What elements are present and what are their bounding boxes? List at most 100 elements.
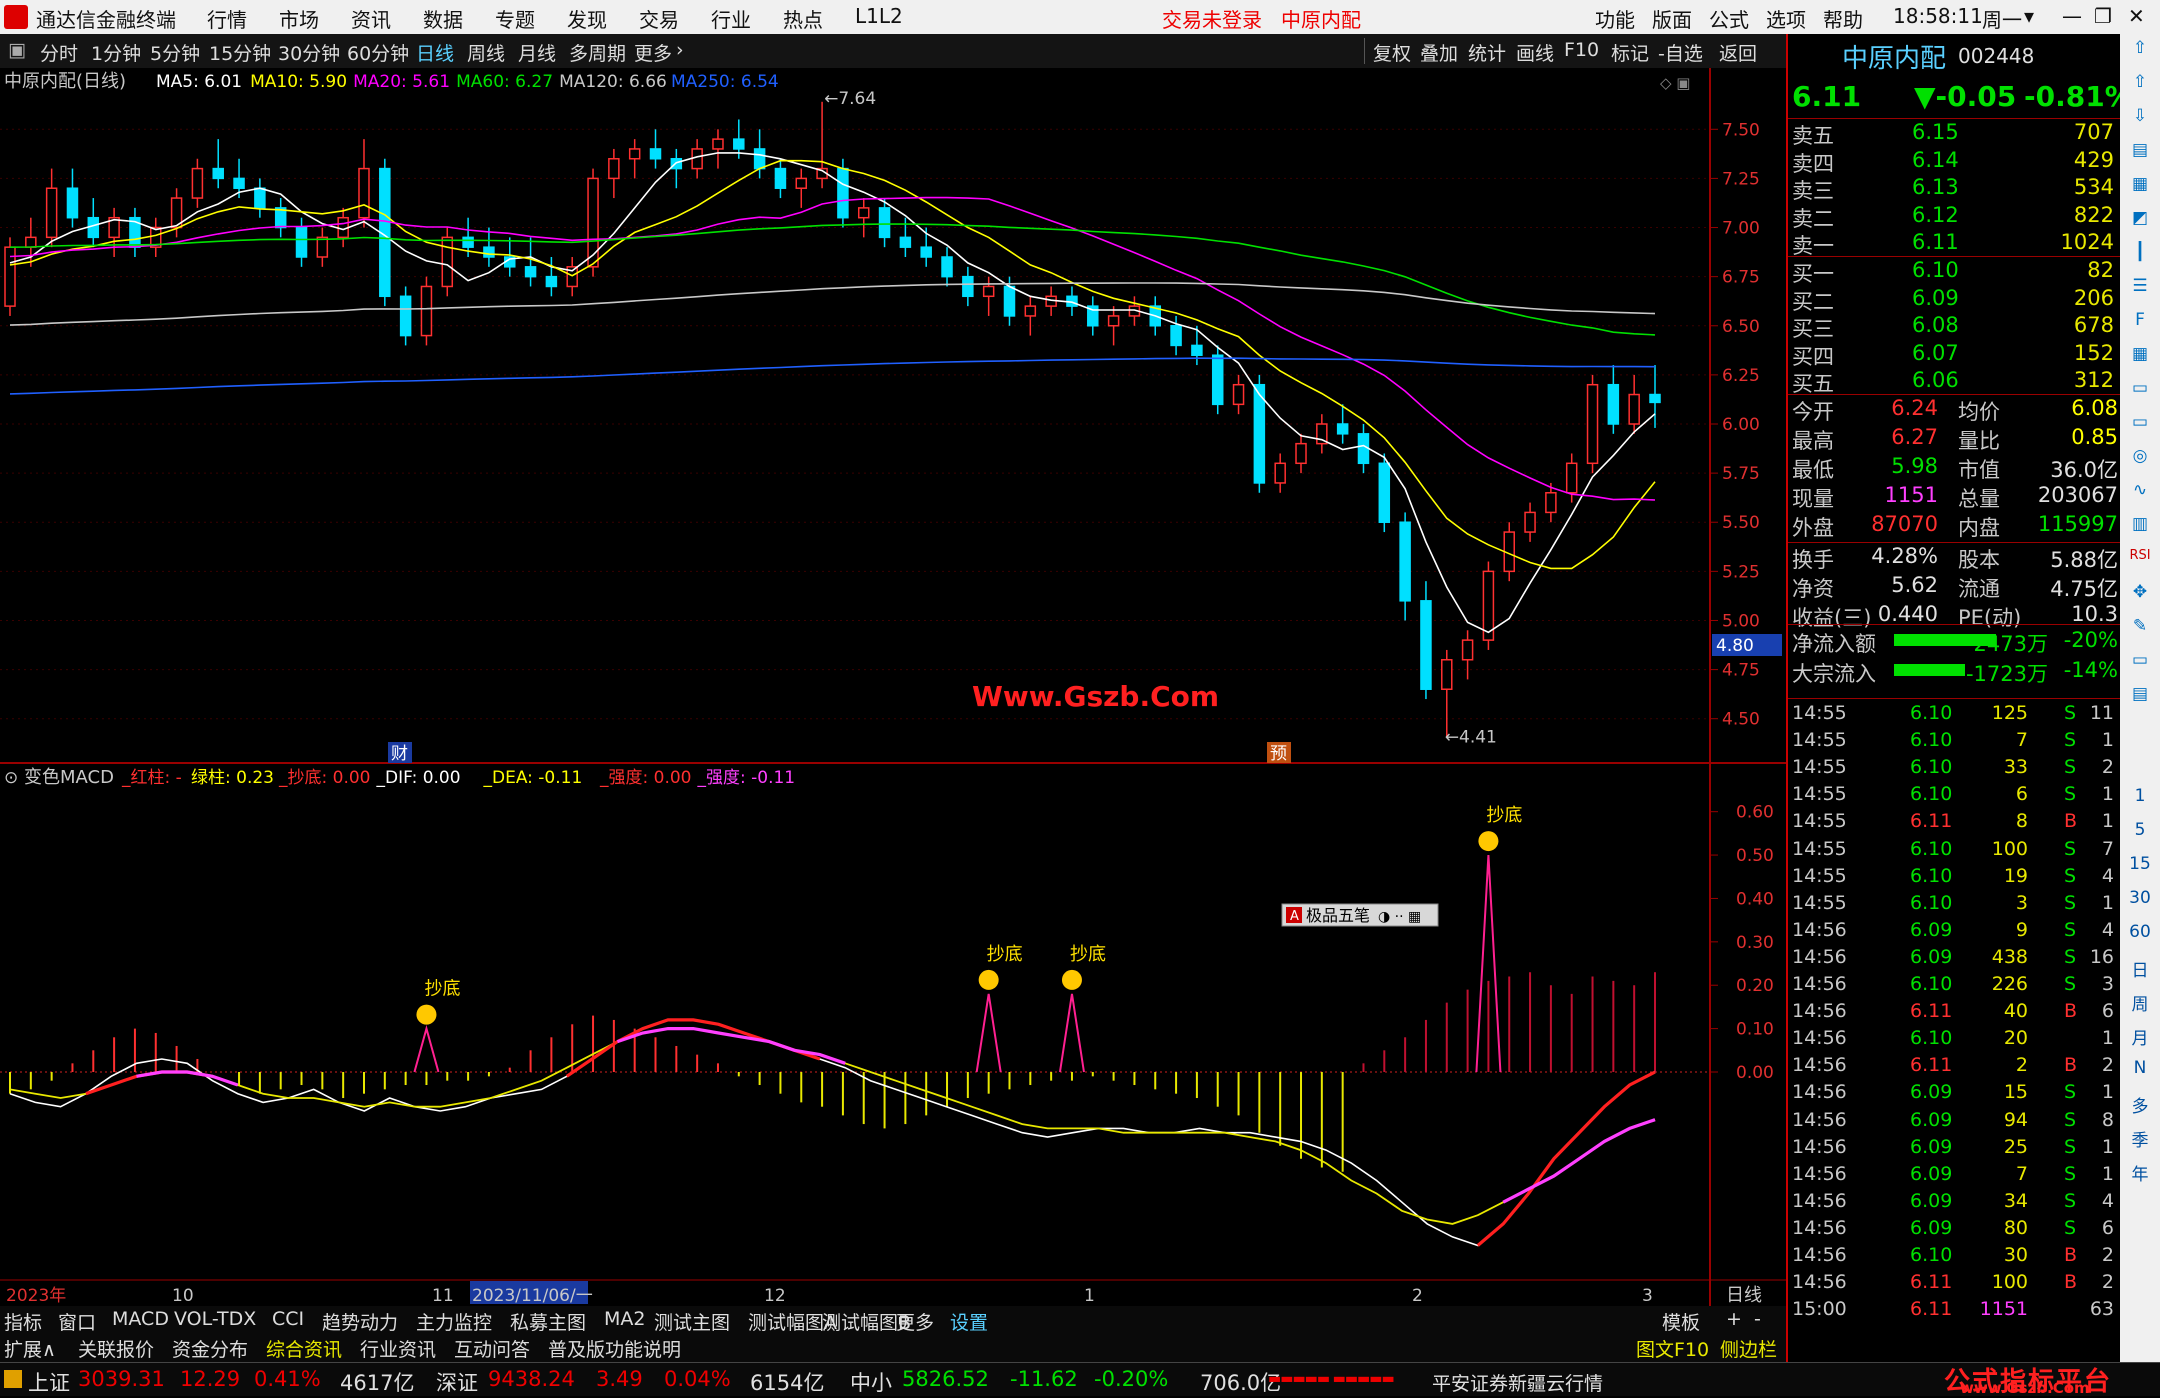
- arrow-up2-icon[interactable]: ⇧: [2126, 72, 2154, 92]
- yu-mark[interactable]: 预: [1270, 744, 1287, 764]
- close-icon[interactable]: ✕: [2128, 4, 2145, 28]
- menu-jiaoyi[interactable]: 交易: [639, 4, 679, 33]
- menu-shichang[interactable]: 市场: [279, 4, 319, 33]
- indicator-tab-4[interactable]: CCI: [272, 1308, 304, 1330]
- circle-icon[interactable]: ◎: [2126, 446, 2154, 466]
- btn-tongji[interactable]: 统计: [1468, 39, 1506, 66]
- indicator-tab-12[interactable]: 更多: [896, 1308, 934, 1335]
- side-period-4[interactable]: 60: [2126, 922, 2154, 942]
- ext-tab-6[interactable]: 普及版功能说明: [548, 1335, 681, 1362]
- wave-icon[interactable]: ∿: [2126, 480, 2154, 500]
- chevron-right-icon[interactable]: ›: [676, 39, 684, 61]
- indicator-tab-3[interactable]: VOL-TDX: [174, 1308, 256, 1330]
- sz-label[interactable]: 深证: [436, 1367, 478, 1397]
- side-period-8[interactable]: N: [2126, 1058, 2154, 1078]
- indicator-tab-5[interactable]: 趋势动力: [322, 1308, 398, 1335]
- menu-zhuanti[interactable]: 专题: [495, 4, 535, 33]
- period-fenshi[interactable]: 分时: [40, 39, 78, 66]
- f2-icon[interactable]: ▭: [2126, 412, 2154, 432]
- menu-shuju[interactable]: 数据: [423, 4, 463, 33]
- period-60min[interactable]: 60分钟: [347, 39, 409, 66]
- indicator-tab-9[interactable]: 测试主图: [654, 1308, 730, 1335]
- table-icon[interactable]: ▦: [2126, 344, 2154, 364]
- candle-icon[interactable]: ┃: [2126, 242, 2154, 262]
- ext-tab-5[interactable]: 互动问答: [454, 1335, 530, 1362]
- period-30min[interactable]: 30分钟: [278, 39, 340, 66]
- indicator-tab-8[interactable]: MA2: [604, 1308, 645, 1330]
- ext-tab-0[interactable]: 扩展∧: [4, 1335, 56, 1362]
- macd-collapse-icon[interactable]: ⊙: [4, 768, 18, 788]
- tab-right-0[interactable]: 模板: [1662, 1308, 1700, 1335]
- minimize-icon[interactable]: —: [2062, 4, 2082, 28]
- indicator-tab-7[interactable]: 私募主图: [510, 1308, 586, 1335]
- status-icon[interactable]: [4, 1370, 22, 1388]
- data-icon[interactable]: ▤: [2126, 684, 2154, 704]
- menu-gongshi[interactable]: 公式: [1709, 4, 1749, 33]
- menu-hangye[interactable]: 行业: [711, 4, 751, 33]
- chart-icon[interactable]: ◩: [2126, 208, 2154, 228]
- side-period-1[interactable]: 5: [2126, 820, 2154, 840]
- ime-controls-icon[interactable]: ◑ ·· ▦: [1378, 909, 1421, 925]
- ext-tab-3[interactable]: 综合资讯: [266, 1335, 342, 1362]
- btn-f10[interactable]: F10: [1564, 39, 1599, 61]
- f5-icon[interactable]: ▭: [2126, 650, 2154, 670]
- arrow-down-icon[interactable]: ⇩: [2126, 106, 2154, 126]
- btn-fanhui[interactable]: 返回: [1719, 39, 1757, 66]
- tab-right-1[interactable]: +: [1726, 1308, 1742, 1330]
- indicator-tab-0[interactable]: 指标: [4, 1308, 42, 1335]
- menu-hangqing[interactable]: 行情: [207, 4, 247, 33]
- btn-zixuan[interactable]: -自选: [1658, 39, 1703, 66]
- side-period-11[interactable]: 年: [2126, 1160, 2154, 1185]
- indicator-tab-13[interactable]: 设置: [950, 1308, 988, 1335]
- sh-label[interactable]: 上证: [28, 1367, 70, 1397]
- ext-tab-2[interactable]: 资金分布: [172, 1335, 248, 1362]
- menu-xuanxiang[interactable]: 选项: [1766, 4, 1806, 33]
- ext-tab-right-0[interactable]: 图文F10: [1636, 1335, 1709, 1362]
- trade-status[interactable]: 交易未登录: [1162, 4, 1262, 33]
- restore-icon[interactable]: ❐: [2094, 4, 2112, 28]
- chart-area[interactable]: 中原内配(日线) MA5: 6.01 MA10: 5.90 MA20: 5.61 MA…: [0, 68, 1786, 1306]
- menu-faxian[interactable]: 发现: [567, 4, 607, 33]
- f1-icon[interactable]: ▭: [2126, 378, 2154, 398]
- move-icon[interactable]: ✥: [2126, 582, 2154, 602]
- f10-icon[interactable]: F: [2126, 310, 2154, 330]
- ext-tab-4[interactable]: 行业资讯: [360, 1335, 436, 1362]
- period-monthly[interactable]: 月线: [518, 39, 556, 66]
- btn-huaxian[interactable]: 画线: [1516, 39, 1554, 66]
- doc-icon[interactable]: ▤: [2126, 140, 2154, 160]
- side-period-6[interactable]: 周: [2126, 990, 2154, 1015]
- btn-diejia[interactable]: 叠加: [1420, 39, 1458, 66]
- side-period-5[interactable]: 日: [2126, 956, 2154, 981]
- dropdown-icon[interactable]: ▾: [2024, 4, 2034, 28]
- period-5min[interactable]: 5分钟: [150, 39, 200, 66]
- menu-redian[interactable]: 热点: [783, 4, 823, 33]
- ext-tab-right-1[interactable]: 侧边栏《: [1720, 1335, 1796, 1362]
- period-more[interactable]: 更多: [634, 39, 672, 66]
- rsi-icon[interactable]: RSI: [2126, 548, 2154, 563]
- indicator-tab-6[interactable]: 主力监控: [416, 1308, 492, 1335]
- toggle-icon[interactable]: ▣: [8, 39, 26, 61]
- tab-right-2[interactable]: -: [1754, 1308, 1761, 1330]
- side-period-10[interactable]: 季: [2126, 1126, 2154, 1151]
- ime-popup[interactable]: A 极品五笔 ◑ ·· ▦: [1281, 903, 1439, 927]
- period-15min[interactable]: 15分钟: [209, 39, 271, 66]
- side-period-3[interactable]: 30: [2126, 888, 2154, 908]
- grid-icon[interactable]: ▦: [2126, 174, 2154, 194]
- side-period-9[interactable]: 多: [2126, 1092, 2154, 1117]
- list-icon[interactable]: ☰: [2126, 276, 2154, 296]
- indicator-tab-1[interactable]: 窗口: [58, 1308, 96, 1335]
- btn-biaoji[interactable]: 标记: [1611, 39, 1649, 66]
- period-daily[interactable]: 日线: [416, 39, 454, 66]
- cai-mark[interactable]: 财: [391, 744, 408, 764]
- macd-icon[interactable]: ▥: [2126, 514, 2154, 534]
- menu-l1l2[interactable]: L1L2: [855, 4, 903, 28]
- menu-bangzhu[interactable]: 帮助: [1823, 4, 1863, 33]
- side-period-0[interactable]: 1: [2126, 786, 2154, 806]
- menu-gongneng[interactable]: 功能: [1595, 4, 1635, 33]
- menu-zixun[interactable]: 资讯: [351, 4, 391, 33]
- period-multi[interactable]: 多周期: [569, 39, 626, 66]
- side-period-2[interactable]: 15: [2126, 854, 2154, 874]
- btn-fuquan[interactable]: 复权: [1373, 39, 1411, 66]
- arrow-up-icon[interactable]: ⇧: [2126, 38, 2154, 58]
- zx-label[interactable]: 中小: [850, 1367, 892, 1397]
